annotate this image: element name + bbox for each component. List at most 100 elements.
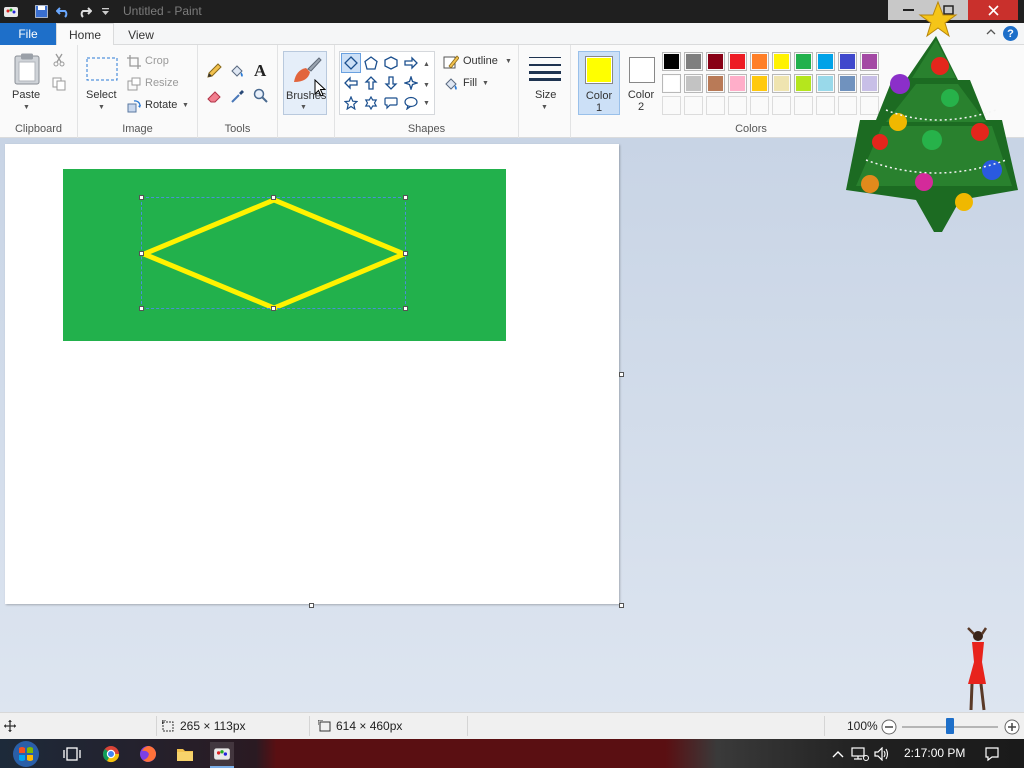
pentagon-shape-icon[interactable] [361, 53, 381, 73]
select-button[interactable] [86, 57, 118, 86]
color1-swatch[interactable] [585, 56, 613, 84]
palette-empty-swatch[interactable] [706, 96, 725, 115]
network-icon[interactable] [848, 742, 872, 766]
rounded-callout-shape-icon[interactable] [381, 93, 401, 113]
palette-swatch[interactable] [816, 74, 835, 93]
palette-swatch[interactable] [772, 52, 791, 71]
selection-handle-top-right[interactable] [403, 195, 408, 200]
palette-empty-swatch[interactable] [816, 96, 835, 115]
firefox-icon[interactable] [136, 742, 160, 766]
left-arrow-shape-icon[interactable] [341, 73, 361, 93]
file-explorer-icon[interactable] [173, 742, 197, 766]
crop-label[interactable]: Crop [145, 55, 169, 67]
paint-taskbar-icon[interactable] [210, 742, 234, 768]
size-dropdown-icon[interactable]: ▼ [541, 104, 548, 111]
palette-swatch[interactable] [794, 52, 813, 71]
palette-empty-swatch[interactable] [794, 96, 813, 115]
selection-handle-bottom[interactable] [271, 306, 276, 311]
palette-swatch[interactable] [750, 74, 769, 93]
undo-icon[interactable] [54, 3, 72, 20]
up-arrow-shape-icon[interactable] [361, 73, 381, 93]
shapes-scroll-up-icon[interactable]: ▲ [423, 55, 430, 75]
canvas-resize-handle-right[interactable] [619, 372, 624, 377]
canvas-resize-handle-bottom[interactable] [309, 603, 314, 608]
palette-swatch[interactable] [728, 74, 747, 93]
volume-icon[interactable] [870, 742, 894, 766]
outline-dropdown-icon[interactable]: ▼ [505, 58, 512, 65]
selection-handle-bottom-left[interactable] [139, 306, 144, 311]
cut-icon[interactable] [52, 53, 66, 70]
save-icon[interactable] [32, 3, 50, 20]
color1-label[interactable]: Color 1 [584, 90, 614, 114]
clock[interactable]: 2:17:00 PM [904, 746, 965, 760]
shapes-scroll-down-icon[interactable]: ▼ [423, 76, 430, 96]
tab-home[interactable]: Home [56, 23, 114, 46]
size-icon[interactable] [529, 55, 561, 84]
tab-view[interactable]: View [118, 23, 164, 46]
color2-swatch[interactable] [629, 57, 655, 83]
palette-empty-swatch[interactable] [662, 96, 681, 115]
color2-label[interactable]: Color 2 [626, 89, 656, 113]
brushes-dropdown-icon[interactable]: ▼ [300, 104, 307, 111]
zoom-out-icon[interactable] [881, 719, 897, 738]
selection-handle-bottom-right[interactable] [403, 306, 408, 311]
palette-empty-swatch[interactable] [684, 96, 703, 115]
right-arrow-shape-icon[interactable] [401, 53, 421, 73]
zoom-slider-thumb[interactable] [946, 718, 954, 734]
start-button[interactable] [6, 739, 46, 768]
oval-callout-shape-icon[interactable] [401, 93, 421, 113]
palette-swatch[interactable] [706, 52, 725, 71]
redo-icon[interactable] [76, 3, 94, 20]
four-point-star-shape-icon[interactable] [401, 73, 421, 93]
selection-box[interactable] [141, 197, 406, 309]
five-point-star-shape-icon[interactable] [341, 93, 361, 113]
palette-swatch[interactable] [662, 52, 681, 71]
select-dropdown-icon[interactable]: ▼ [98, 104, 105, 111]
size-label[interactable]: Size [535, 89, 556, 101]
show-hidden-icons-icon[interactable] [826, 742, 850, 766]
select-label[interactable]: Select [86, 89, 117, 101]
selection-handle-top[interactable] [271, 195, 276, 200]
six-point-star-shape-icon[interactable] [361, 93, 381, 113]
rotate-dropdown-icon[interactable]: ▼ [182, 102, 189, 109]
task-view-icon[interactable] [60, 742, 84, 766]
pencil-icon[interactable] [206, 63, 222, 82]
color1-button[interactable]: Color 1 [578, 51, 620, 115]
palette-empty-swatch[interactable] [728, 96, 747, 115]
paint-app-icon[interactable] [2, 3, 20, 20]
selection-handle-left[interactable] [139, 251, 144, 256]
rotate-icon[interactable] [127, 99, 141, 116]
selection-handle-right[interactable] [403, 251, 408, 256]
customize-quick-access-icon[interactable] [96, 3, 114, 20]
magnifier-icon[interactable] [253, 88, 269, 107]
palette-swatch[interactable] [728, 52, 747, 71]
rotate-label[interactable]: Rotate [145, 99, 177, 111]
palette-empty-swatch[interactable] [772, 96, 791, 115]
drawing-canvas[interactable] [5, 144, 619, 604]
palette-swatch[interactable] [750, 52, 769, 71]
palette-swatch[interactable] [794, 74, 813, 93]
palette-swatch[interactable] [684, 52, 703, 71]
diamond-shape-icon[interactable] [341, 53, 361, 73]
palette-swatch[interactable] [684, 74, 703, 93]
chrome-icon[interactable] [99, 742, 123, 766]
outline-label[interactable]: Outline [463, 55, 498, 67]
copy-icon[interactable] [52, 77, 66, 94]
notifications-icon[interactable] [980, 742, 1004, 766]
fill-bucket-icon[interactable] [229, 63, 245, 82]
tab-file[interactable]: File [0, 23, 56, 45]
shapes-expand-icon[interactable]: ▼ [423, 94, 430, 114]
fill-dropdown-icon[interactable]: ▼ [482, 80, 489, 87]
down-arrow-shape-icon[interactable] [381, 73, 401, 93]
palette-swatch[interactable] [706, 74, 725, 93]
crop-icon[interactable] [127, 55, 141, 72]
hexagon-shape-icon[interactable] [381, 53, 401, 73]
paste-button[interactable] [14, 53, 40, 85]
paste-dropdown-icon[interactable]: ▼ [23, 104, 30, 111]
resize-label[interactable]: Resize [145, 77, 179, 89]
color2-button[interactable]: Color 2 [623, 51, 665, 115]
selection-handle-top-left[interactable] [139, 195, 144, 200]
palette-swatch[interactable] [662, 74, 681, 93]
palette-empty-swatch[interactable] [750, 96, 769, 115]
fill-icon[interactable] [443, 76, 459, 95]
